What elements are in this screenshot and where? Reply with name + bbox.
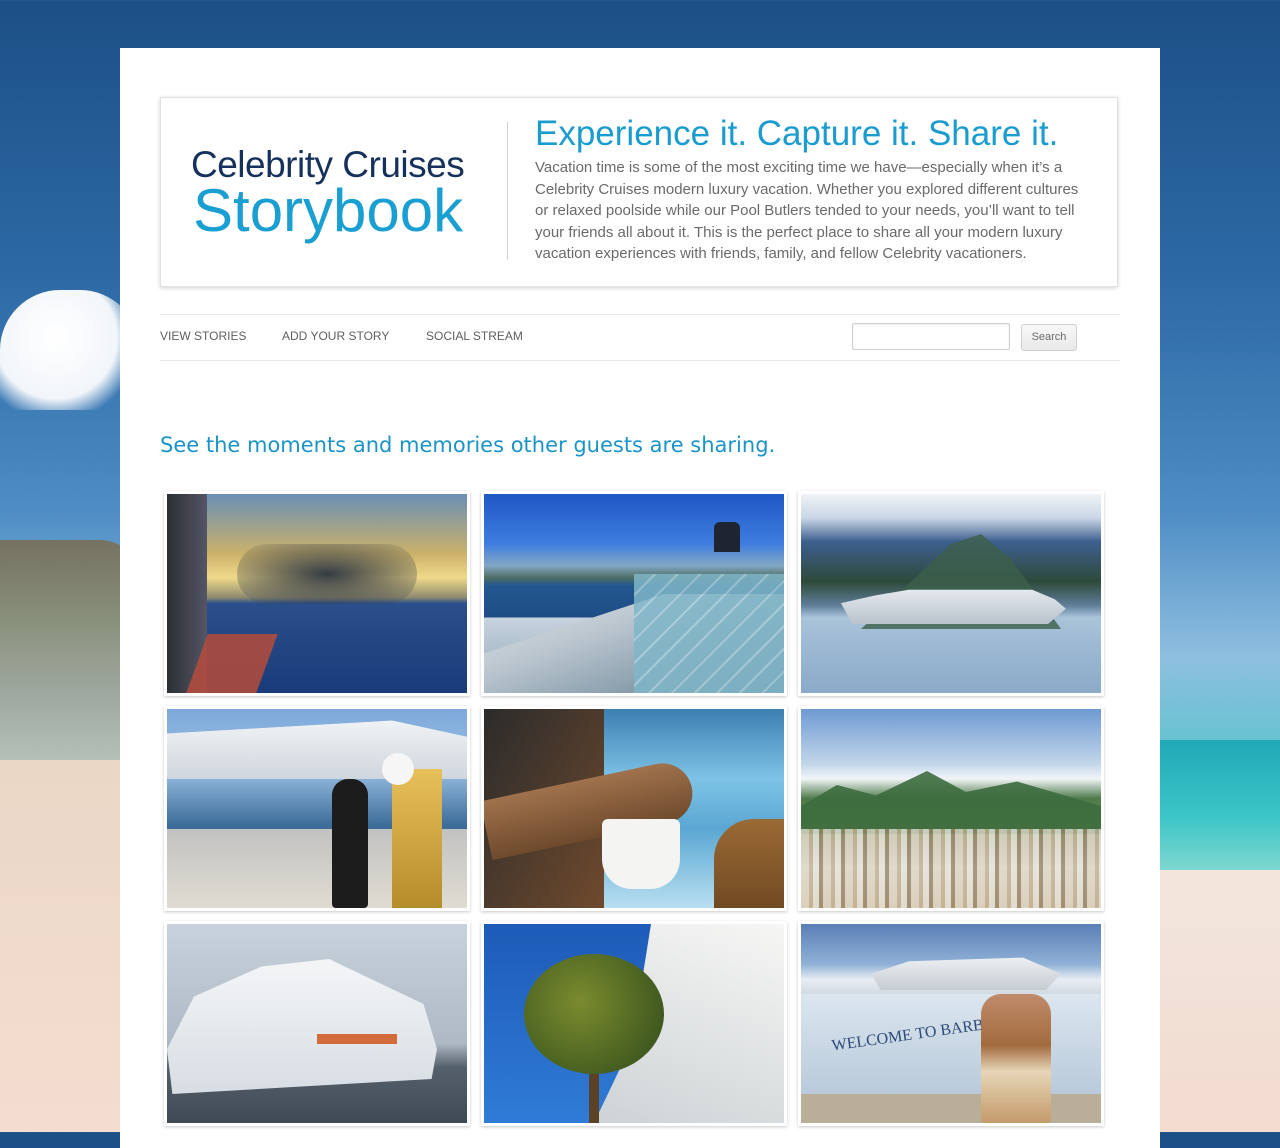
pier-ground — [801, 1094, 1101, 1123]
background-beach-right — [1155, 870, 1280, 1132]
header-tagline: Experience it. Capture it. Share it. — [535, 114, 1059, 153]
background-rocks — [0, 540, 140, 770]
photo-island-town — [801, 709, 1101, 908]
main-navigation: VIEW STORIES ADD YOUR STORY SOCIAL STREA… — [160, 314, 1120, 361]
nav-add-your-story[interactable]: ADD YOUR STORY — [282, 329, 389, 343]
background-sea-right — [1155, 740, 1280, 870]
photo-tile[interactable] — [481, 706, 787, 911]
nav-social-stream[interactable]: SOCIAL STREAM — [426, 329, 523, 343]
cloud — [237, 544, 417, 604]
background-beach-left — [0, 760, 130, 1132]
palm-tree — [524, 954, 664, 1074]
photo-tile[interactable] — [798, 491, 1104, 696]
search-input[interactable] — [852, 323, 1010, 350]
photo-tile[interactable] — [164, 491, 470, 696]
photo-ship-deck-glacier — [484, 494, 784, 693]
lifeboats — [317, 1034, 397, 1044]
guest-person — [332, 779, 368, 908]
green-hills — [801, 771, 1101, 834]
photo-tree-ship-hull — [484, 924, 784, 1123]
photo-sunset-sea — [167, 494, 467, 693]
background-cloud — [0, 290, 140, 410]
photo-coffee-balcony — [484, 709, 784, 908]
header-banner: Celebrity Cruises Storybook Experience i… — [160, 97, 1118, 287]
coffee-cup — [602, 819, 680, 889]
wooden-table — [714, 819, 784, 908]
ship-funnel — [714, 522, 740, 552]
guest-couple — [981, 994, 1051, 1123]
harbor-town — [801, 829, 1101, 908]
cruise-ship — [167, 959, 437, 1094]
photo-tile[interactable] — [164, 706, 470, 911]
header-intro-text: Vacation time is some of the most exciti… — [535, 159, 1079, 262]
logo-product-name: Storybook — [193, 177, 464, 244]
glass-roof — [634, 574, 784, 693]
yellow-pillar — [392, 769, 442, 908]
photo-reflection-docked — [167, 924, 467, 1123]
photo-guest-eclipse — [167, 709, 467, 908]
lamp-globe — [382, 753, 414, 785]
photo-ship-mountains — [801, 494, 1101, 693]
header-divider — [507, 122, 508, 260]
site-logo[interactable]: Celebrity Cruises Storybook — [191, 146, 481, 244]
photo-welcome-barbados: WELCOME TO BARBADOS — [801, 924, 1101, 1123]
cruise-ship — [871, 957, 1061, 990]
search-button[interactable]: Search — [1021, 324, 1077, 351]
photo-tile[interactable] — [481, 491, 787, 696]
photo-tile[interactable] — [798, 706, 1104, 911]
page-container: Celebrity Cruises Storybook Experience i… — [120, 48, 1160, 1148]
photo-tile[interactable]: WELCOME TO BARBADOS — [798, 921, 1104, 1126]
gallery-heading: See the moments and memories other guest… — [160, 433, 776, 457]
cruise-ship — [841, 589, 1066, 624]
nav-view-stories[interactable]: VIEW STORIES — [160, 329, 246, 343]
photo-tile[interactable] — [164, 921, 470, 1126]
photo-tile[interactable] — [481, 921, 787, 1126]
